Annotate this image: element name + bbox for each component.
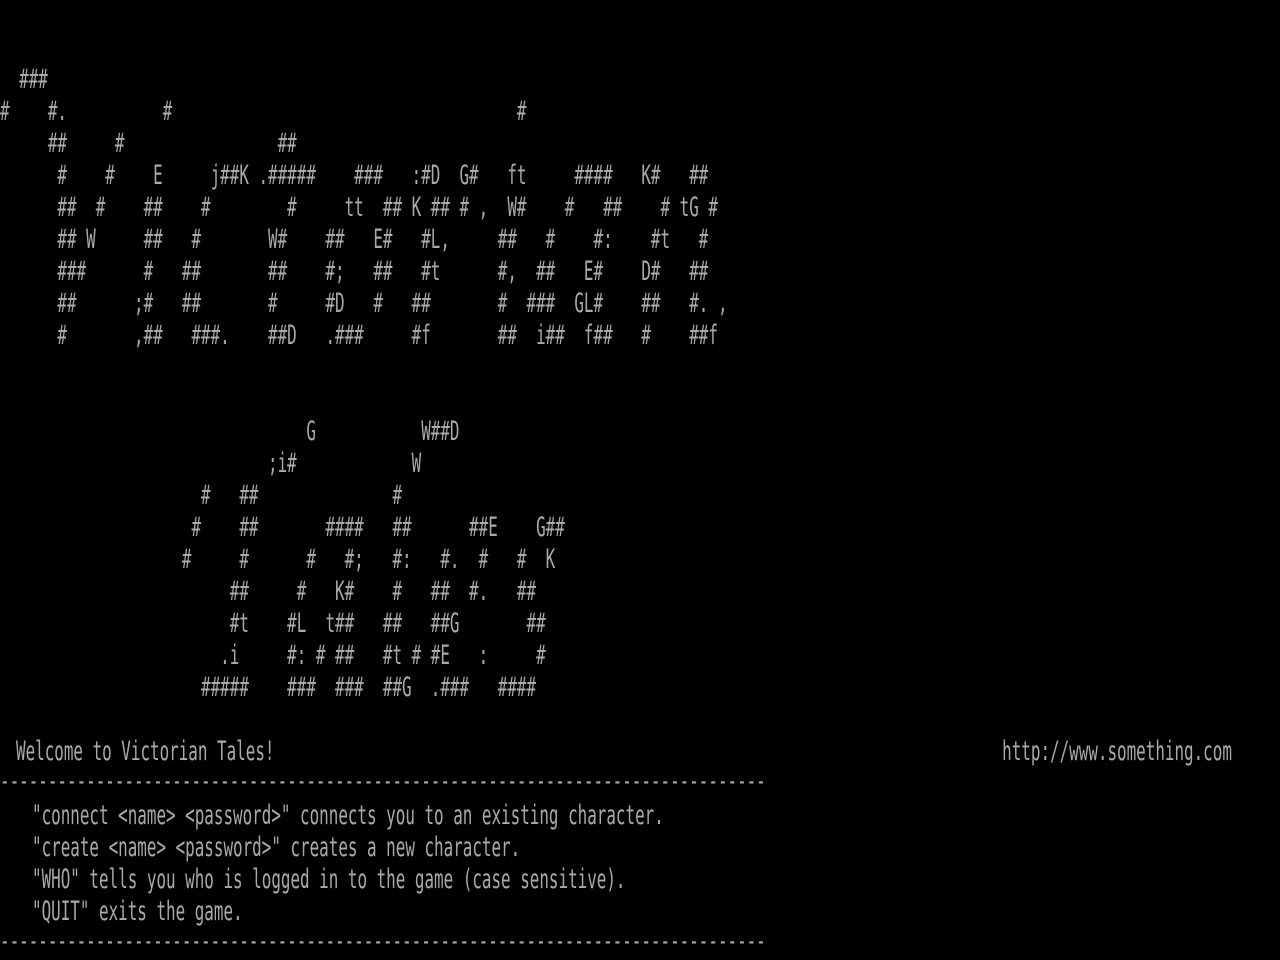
banner-line: ### [0, 64, 48, 95]
bottom-divider: ----------------------------------------… [0, 926, 766, 957]
banner-subtitle-line: .i #: # ## #t # #E : # [0, 640, 546, 671]
help-quit-line: "QUIT" exits the game. [32, 896, 243, 927]
welcome-message: Welcome to Victorian Tales! [16, 736, 275, 767]
banner-line: ## # ## # # tt ## K ## # , W# # ## # tG … [0, 192, 718, 223]
banner-subtitle-line: ## # K# # ## #. ## [0, 576, 537, 607]
banner-subtitle-line: ;i# W [0, 448, 422, 479]
banner-subtitle-line: #t #L t## ## ##G ## [0, 608, 546, 639]
help-create-line: "create <name> <password>" creates a new… [32, 832, 521, 863]
banner-line: ## W ## # W# ## E# #L, ## # #: #t # [0, 224, 709, 255]
banner-subtitle-line: # ## # [0, 480, 403, 511]
terminal-screen[interactable]: ### # #. # # ## # ## # # E j##K .##### #… [0, 0, 1280, 960]
banner-line: ### # ## ## #; ## #t #, ## E# D# ## [0, 256, 709, 287]
banner-line: # # E j##K .##### ### :#D G# ft #### K# … [0, 160, 709, 191]
banner-subtitle-line: ##### ### ### ##G .### #### [0, 672, 537, 703]
banner-subtitle-line: # # # #; #: #. # # K [0, 544, 556, 575]
banner-subtitle-line: # ## #### ## ##E G## [0, 512, 565, 543]
banner-line: # ,## ###. ##D .### #f ## i## f## # ##f [0, 320, 718, 351]
top-divider: ----------------------------------------… [0, 766, 766, 797]
help-connect-line: "connect <name> <password>" connects you… [32, 800, 664, 831]
banner-line: # #. # # [0, 96, 527, 127]
banner-line: ## ;# ## # #D # ## # ### GL# ## #. , [0, 288, 728, 319]
banner-line: ## # ## [0, 128, 297, 159]
banner-subtitle-line: G W##D [0, 416, 460, 447]
help-who-line: "WHO" tells you who is logged in to the … [32, 864, 626, 895]
website-url: http://www.something.com [1002, 736, 1232, 767]
